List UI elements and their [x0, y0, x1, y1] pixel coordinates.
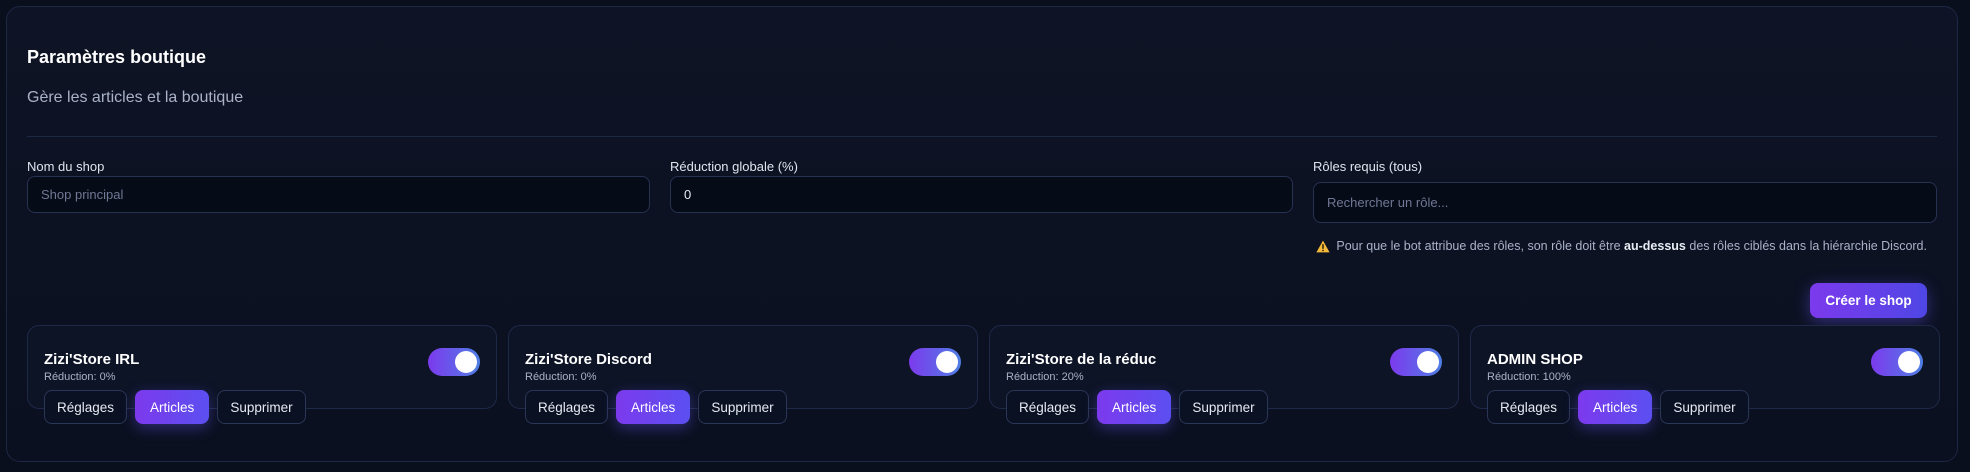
global-reduction-label: Réduction globale (%)	[670, 159, 798, 174]
delete-button[interactable]: Supprimer	[1179, 390, 1268, 424]
articles-button[interactable]: Articles	[135, 390, 210, 424]
shop-enabled-toggle[interactable]	[909, 348, 961, 376]
shop-reduction: Réduction: 0%	[525, 371, 597, 383]
articles-button[interactable]: Articles	[1097, 390, 1172, 424]
shop-actions: Réglages Articles Supprimer	[44, 390, 306, 424]
settings-button[interactable]: Réglages	[525, 390, 609, 424]
shop-actions: Réglages Articles Supprimer	[525, 390, 787, 424]
shop-enabled-toggle[interactable]	[1871, 348, 1923, 376]
shop-reduction: Réduction: 20%	[1006, 371, 1084, 383]
create-shop-button[interactable]: Créer le shop	[1810, 283, 1927, 318]
toggle-knob	[936, 351, 958, 373]
delete-button[interactable]: Supprimer	[1660, 390, 1749, 424]
articles-button[interactable]: Articles	[616, 390, 691, 424]
page-subtitle: Gère les articles et la boutique	[27, 89, 244, 106]
warning-icon	[1316, 240, 1330, 253]
hint-text-before: Pour que le bot attribue des rôles, son …	[1336, 239, 1621, 253]
roles-label: Rôles requis (tous)	[1313, 159, 1423, 174]
roles-search-input[interactable]	[1313, 182, 1937, 223]
hint-text-after: des rôles ciblés dans la hiérarchie Disc…	[1689, 239, 1927, 253]
shop-enabled-toggle[interactable]	[428, 348, 480, 376]
settings-button[interactable]: Réglages	[1487, 390, 1571, 424]
shop-name-input[interactable]	[27, 176, 650, 213]
shop-name: Zizi'Store de la réduc	[1006, 351, 1157, 368]
role-hierarchy-hint: Pour que le bot attribue des rôles, son …	[1316, 239, 1927, 253]
shop-list: Zizi'Store IRL Réduction: 0% Réglages Ar…	[27, 325, 1940, 424]
shop-card: Zizi'Store de la réduc Réduction: 20% Ré…	[989, 325, 1459, 424]
shop-card: Zizi'Store IRL Réduction: 0% Réglages Ar…	[27, 325, 497, 424]
shop-card: Zizi'Store Discord Réduction: 0% Réglage…	[508, 325, 978, 424]
shop-actions: Réglages Articles Supprimer	[1006, 390, 1268, 424]
settings-button[interactable]: Réglages	[1006, 390, 1090, 424]
settings-button[interactable]: Réglages	[44, 390, 128, 424]
divider	[27, 136, 1937, 137]
articles-button[interactable]: Articles	[1578, 390, 1653, 424]
shop-name: Zizi'Store Discord	[525, 351, 652, 368]
page-title: Paramètres boutique	[27, 47, 207, 67]
shop-name: Zizi'Store IRL	[44, 351, 140, 368]
shop-settings-panel: Paramètres boutique Gère les articles et…	[6, 6, 1958, 462]
delete-button[interactable]: Supprimer	[217, 390, 306, 424]
shop-name-label: Nom du shop	[27, 159, 105, 174]
toggle-knob	[1898, 351, 1920, 373]
delete-button[interactable]: Supprimer	[698, 390, 787, 424]
toggle-knob	[1417, 351, 1439, 373]
shop-reduction: Réduction: 0%	[44, 371, 116, 383]
hint-text-bold: au-dessus	[1624, 239, 1686, 253]
shop-card: ADMIN SHOP Réduction: 100% Réglages Arti…	[1470, 325, 1940, 424]
shop-actions: Réglages Articles Supprimer	[1487, 390, 1749, 424]
shop-name: ADMIN SHOP	[1487, 351, 1583, 368]
global-reduction-input[interactable]	[670, 176, 1293, 213]
toggle-knob	[455, 351, 477, 373]
shop-reduction: Réduction: 100%	[1487, 371, 1571, 383]
shop-enabled-toggle[interactable]	[1390, 348, 1442, 376]
